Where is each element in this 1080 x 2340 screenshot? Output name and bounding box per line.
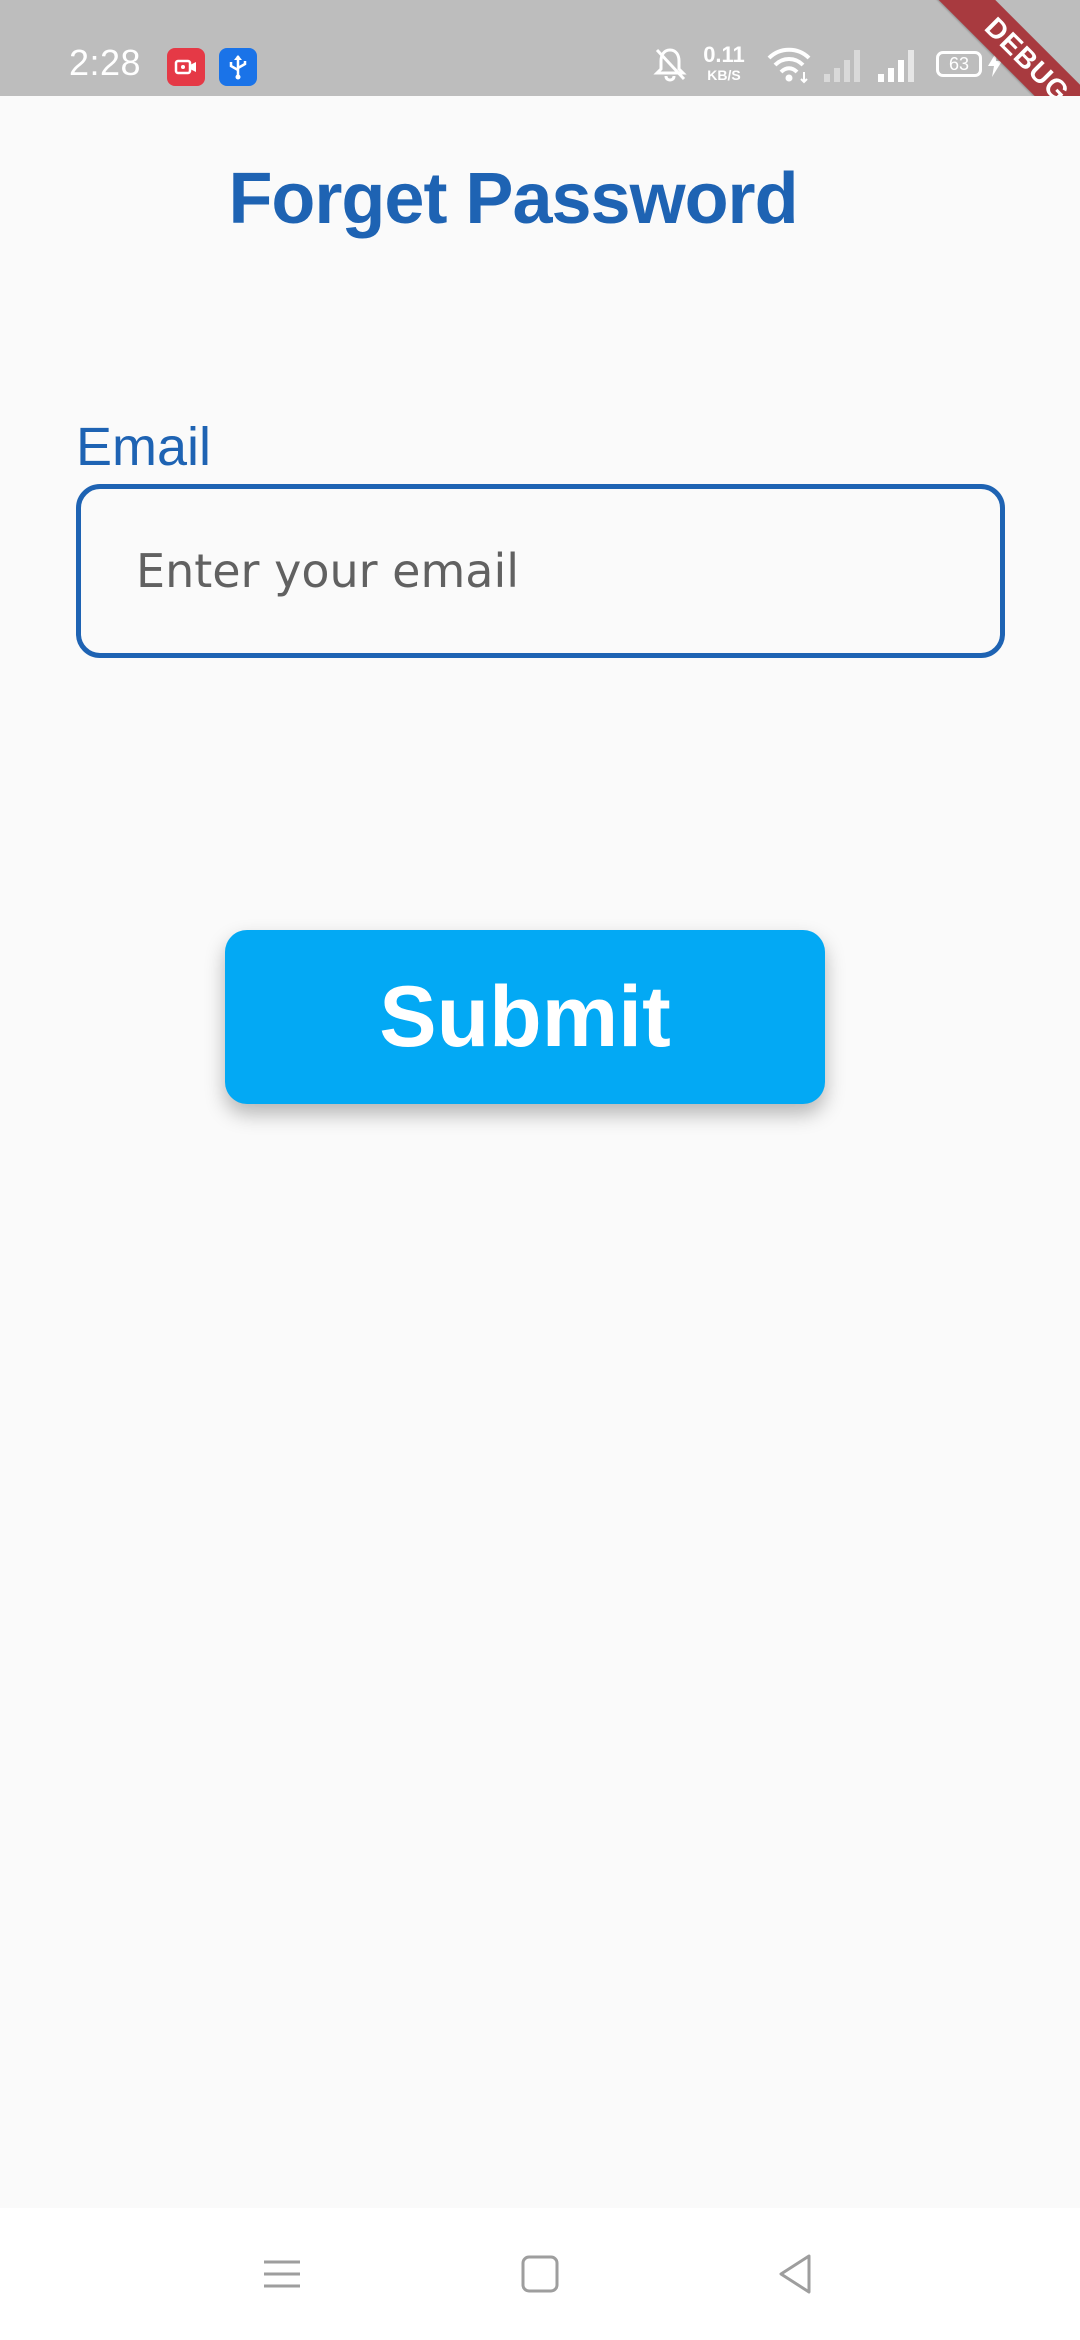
menu-icon (264, 2260, 300, 2288)
signal-weak-icon (824, 50, 860, 82)
wifi-icon (767, 47, 811, 84)
network-speed-value: 0.11 (703, 42, 745, 67)
status-bar: 2:28 0.11 KB/S 63 DEBUG (0, 0, 1080, 96)
back-button[interactable] (764, 2242, 828, 2306)
bell-off-icon (653, 48, 687, 82)
email-label: Email (76, 417, 212, 477)
submit-button[interactable]: Submit (225, 930, 825, 1104)
home-button[interactable] (508, 2242, 572, 2306)
back-icon (779, 2254, 811, 2294)
network-speed-unit: KB/S (707, 67, 741, 83)
home-icon (521, 2255, 559, 2293)
usb-icon (219, 48, 257, 86)
network-speed: 0.11 KB/S (697, 42, 751, 83)
signal-icon (878, 50, 914, 82)
menu-button[interactable] (250, 2242, 314, 2306)
status-time: 2:28 (69, 42, 142, 83)
email-input[interactable] (76, 484, 1005, 658)
debug-banner: DEBUG (931, 0, 1080, 96)
screen-recorder-icon (167, 48, 205, 86)
page-title: Forget Password (228, 159, 798, 239)
navigation-bar (0, 2208, 1080, 2340)
battery-icon: 63 (936, 51, 982, 77)
